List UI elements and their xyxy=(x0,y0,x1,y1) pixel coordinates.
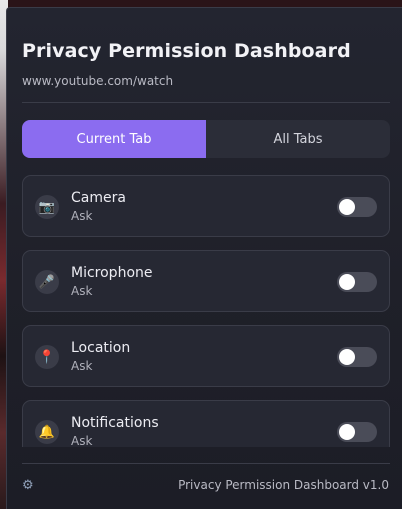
page-title: Privacy Permission Dashboard xyxy=(22,40,351,62)
tab-switcher: Current Tab All Tabs xyxy=(22,120,390,158)
permission-card-microphone: 🎤 Microphone Ask xyxy=(22,250,390,312)
permission-state: Ask xyxy=(71,434,93,447)
tab-current-tab[interactable]: Current Tab xyxy=(22,120,206,158)
gear-icon[interactable]: ⚙ xyxy=(22,478,34,493)
tab-all-tabs[interactable]: All Tabs xyxy=(206,120,390,158)
permission-name: Location xyxy=(71,340,131,356)
bell-icon: 🔔 xyxy=(35,420,59,444)
toggle-knob xyxy=(339,349,355,365)
permission-name: Microphone xyxy=(71,265,153,281)
toggle-knob xyxy=(339,199,355,215)
toggle-knob xyxy=(339,274,355,290)
location-toggle[interactable] xyxy=(337,347,377,367)
current-url: www.youtube.com/watch xyxy=(22,74,174,88)
toggle-knob xyxy=(339,424,355,440)
permission-list: 📷 Camera Ask 🎤 Microphone Ask 📍 Location… xyxy=(22,175,390,447)
location-pin-icon: 📍 xyxy=(35,345,59,369)
microphone-toggle[interactable] xyxy=(337,272,377,292)
version-label: Privacy Permission Dashboard v1.0 xyxy=(178,478,389,492)
notifications-toggle[interactable] xyxy=(337,422,377,442)
permission-state: Ask xyxy=(71,284,93,298)
header-divider xyxy=(22,102,390,103)
permission-card-camera: 📷 Camera Ask xyxy=(22,175,390,237)
permission-state: Ask xyxy=(71,209,93,223)
microphone-icon: 🎤 xyxy=(35,270,59,294)
permission-state: Ask xyxy=(71,359,93,373)
extension-popup: Privacy Permission Dashboard www.youtube… xyxy=(6,7,402,509)
permission-name: Notifications xyxy=(71,415,159,431)
camera-toggle[interactable] xyxy=(337,197,377,217)
permission-card-notifications: 🔔 Notifications Ask xyxy=(22,400,390,447)
permission-card-location: 📍 Location Ask xyxy=(22,325,390,387)
permission-name: Camera xyxy=(71,190,126,206)
camera-icon: 📷 xyxy=(35,195,59,219)
footer-divider xyxy=(22,463,390,464)
